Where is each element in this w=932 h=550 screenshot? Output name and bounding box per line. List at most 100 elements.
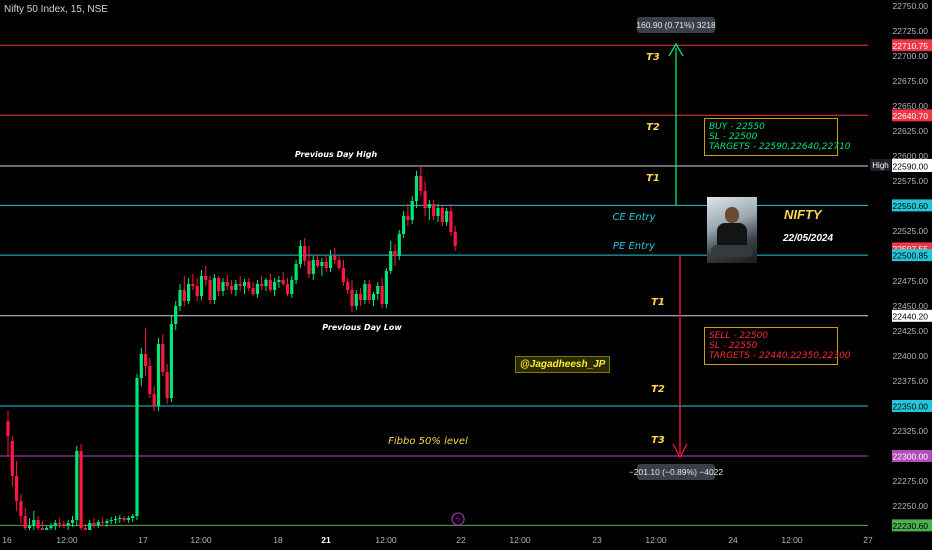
candle-body (307, 261, 311, 274)
price-tick: 22275.00 (893, 476, 929, 486)
candle-body (402, 216, 406, 234)
candle-body (264, 280, 268, 286)
price-tag: 22710.75 (893, 41, 929, 51)
price-axis: 22750.0022725.0022700.0022675.0022650.00… (868, 0, 932, 550)
time-axis-bg (0, 530, 868, 550)
candle-body (118, 518, 122, 519)
candle-body (419, 176, 423, 191)
high-tag: High (872, 161, 888, 170)
chart-text: Previous Day High Previous Day Low CE Entr… (295, 52, 665, 526)
price-tick: 22675.00 (893, 76, 929, 86)
candle-body (298, 246, 302, 264)
candle-body (367, 284, 371, 300)
candle-body (414, 176, 419, 201)
post-date: 22/05/2024 (783, 233, 834, 244)
candle-body (363, 284, 367, 300)
label-previous-day-high: Previous Day High (295, 150, 378, 159)
time-tick: 21 (321, 535, 331, 545)
target-down-T3: T3 (651, 435, 665, 446)
candle-body (445, 211, 449, 222)
candle-body (440, 208, 444, 222)
candle-body (217, 278, 221, 291)
candle-body (126, 518, 130, 520)
price-chart[interactable]: 160.90 (0.71%) 3218 −201.10 (−0.89%) −402… (0, 0, 932, 550)
candle-body (113, 519, 118, 520)
candle-body (148, 366, 152, 394)
candle-body (380, 286, 384, 304)
candle-body (53, 523, 57, 526)
author-photo (707, 197, 757, 263)
candle-body (139, 354, 143, 378)
candle-body (191, 284, 195, 286)
price-tick: 22525.00 (893, 226, 929, 236)
candle-body (221, 282, 225, 291)
candle-body (230, 286, 234, 290)
candle-body (182, 290, 186, 301)
candle-body (432, 204, 436, 216)
time-tick: 12:00 (781, 535, 803, 545)
candle-body (187, 284, 191, 301)
candle-body (62, 524, 66, 526)
price-tag: 22300.00 (893, 452, 929, 462)
candle-body (350, 290, 354, 306)
price-tick: 22575.00 (893, 176, 929, 186)
time-axis: 16 12:00 17 12:00 18 21 12:00 22 12:00 23 12:00 24 1… (0, 530, 873, 550)
candle-body (251, 288, 255, 294)
price-tag: 22350.00 (893, 402, 929, 412)
nifty-title: NIFTY (784, 207, 822, 222)
candle-body (436, 208, 440, 216)
candle-body (397, 234, 401, 256)
price-tick: 22450.00 (893, 301, 929, 311)
label-pe-entry: PE Entry (613, 241, 656, 252)
price-tick: 22725.00 (893, 26, 929, 36)
candle-body (328, 256, 333, 268)
price-tag: 22500.85 (893, 251, 929, 261)
candle-body (285, 284, 290, 294)
time-tick: 18 (273, 535, 283, 545)
candle-body (58, 523, 62, 524)
sell-targets: TARGETS - 22440,22350,22300 (709, 351, 851, 361)
candle-body (389, 251, 393, 271)
candle-body (36, 520, 40, 528)
price-tag: 22550.60 (893, 201, 929, 211)
time-tick: 23 (592, 535, 602, 545)
price-tag: 22590.00 (893, 162, 929, 172)
lightning-icon: ϟ (455, 515, 460, 524)
candle-body (212, 278, 216, 300)
candle-body (393, 251, 397, 256)
candle-body (247, 282, 251, 288)
time-tick: 12:00 (190, 535, 212, 545)
candle-body (255, 284, 259, 294)
time-tick: 12:00 (375, 535, 397, 545)
candle-body (234, 284, 238, 290)
candle-body (423, 191, 427, 208)
candle-body (277, 280, 281, 282)
price-tick: 22475.00 (893, 276, 929, 286)
label-fibbo-level: Fibbo 50% level (388, 436, 468, 447)
sell-setup-box: SELL - 22500 SL - 22550 TARGETS - 22440,… (704, 327, 851, 365)
candle-body (208, 280, 212, 300)
candle-body (354, 294, 358, 306)
candle-body (70, 520, 75, 523)
candle-body (333, 256, 337, 260)
candle-body (384, 271, 388, 304)
candle-body (204, 276, 208, 280)
time-tick: 12:00 (509, 535, 531, 545)
candle-body (311, 260, 315, 274)
candle-body (32, 520, 36, 526)
candle-body (406, 216, 410, 220)
candle-body (290, 280, 294, 294)
buy-entry: BUY - 22550 (709, 122, 765, 132)
candle-body (88, 523, 92, 530)
candle-body (273, 282, 277, 290)
candle-body (15, 476, 19, 501)
candle-body (268, 280, 272, 290)
time-tick: 12:00 (56, 535, 78, 545)
candle-body (320, 262, 324, 266)
label-ce-entry: CE Entry (612, 212, 656, 223)
candle-body (337, 260, 341, 268)
candle-body (23, 516, 27, 528)
candle-body (105, 521, 109, 523)
candle-body (346, 282, 350, 290)
price-tag: 22230.60 (893, 521, 929, 531)
